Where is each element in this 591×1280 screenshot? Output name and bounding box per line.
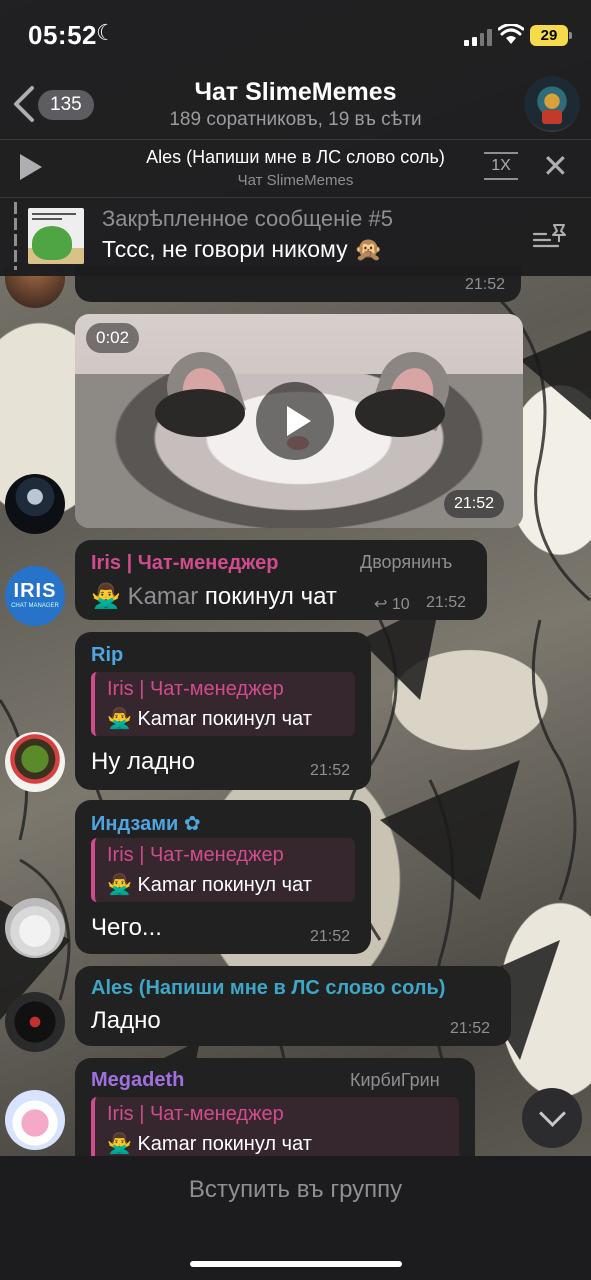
sender-name[interactable]: Iris | Чат-менеджер xyxy=(91,552,278,575)
sender-name[interactable]: Индзами ✿ xyxy=(91,811,201,836)
member-rank: КирбиГрин xyxy=(350,1070,440,1090)
reply-text: 🙅‍♂️ Kamar покинул чат xyxy=(107,1133,312,1155)
pinned-title: Закрѣпленное сообщеніе #5 xyxy=(102,206,393,231)
message-text: Ладно xyxy=(91,1007,161,1034)
avatar-subtext: CHAT MANAGER xyxy=(11,603,59,609)
reply-text: 🙅‍♂️ Kamar покинул чат xyxy=(107,874,312,896)
close-icon[interactable]: ✕ xyxy=(542,150,569,182)
video-thumbnail xyxy=(155,389,245,437)
moon-icon: ☾ xyxy=(96,20,116,45)
reply-sender: Iris | Чат-менеджер xyxy=(107,844,284,866)
playback-speed-button[interactable]: 1X xyxy=(484,152,518,180)
join-group-button[interactable]: Вступить въ группу xyxy=(0,1176,591,1204)
battery-icon: 29 xyxy=(530,25,572,46)
status-bar: 05:52 ☾ 29 xyxy=(0,0,591,70)
replies-number: 10 xyxy=(391,596,410,613)
video-play-icon[interactable] xyxy=(256,382,334,460)
message-text: Ну ладно xyxy=(91,748,195,775)
pinned-indicator xyxy=(14,202,17,270)
message-time: 21:52 xyxy=(444,490,505,518)
sender-name[interactable]: Rip xyxy=(91,644,123,667)
message-time: 21:52 xyxy=(310,928,351,945)
reply-quote[interactable]: Iris | Чат-менеджер 🙅‍♂️ Kamar покинул ч… xyxy=(91,838,355,902)
message-time: 21:52 xyxy=(310,762,351,779)
reply-quote[interactable]: Iris | Чат-менеджер 🙅‍♂️ Kamar покинул ч… xyxy=(91,672,355,736)
wifi-icon xyxy=(498,24,524,44)
replies-count[interactable]: ↩ 10 xyxy=(374,594,410,614)
message-time: 21:52 xyxy=(464,276,505,293)
message-time: 21:52 xyxy=(426,594,467,611)
scroll-down-button[interactable] xyxy=(522,1088,582,1148)
action-text: покинул чат xyxy=(204,583,337,610)
reply-icon: ↩ xyxy=(374,596,388,613)
reply-sender: Iris | Чат-менеджер xyxy=(107,678,284,700)
emoji: 🙅‍♂️ xyxy=(91,583,121,610)
home-indicator[interactable] xyxy=(190,1261,402,1267)
video-thumbnail xyxy=(355,389,445,437)
status-time: 05:52 xyxy=(28,20,97,50)
reply-sender: Iris | Чат-менеджер xyxy=(107,1103,284,1125)
pinned-thumbnail xyxy=(28,208,84,264)
reply-quote[interactable]: Iris | Чат-менеджер 🙅‍♂️ Kamar покинул ч… xyxy=(91,1097,459,1161)
message-text: Чего... xyxy=(91,914,162,941)
avatar[interactable] xyxy=(5,732,65,792)
sender-name[interactable]: Ales (Напиши мне в ЛС слово соль) xyxy=(91,977,445,1000)
chat-avatar[interactable] xyxy=(524,76,580,132)
pinned-list-icon[interactable] xyxy=(532,222,568,250)
avatar[interactable] xyxy=(5,1090,65,1150)
avatar[interactable] xyxy=(5,474,65,534)
signal-icon xyxy=(464,28,492,46)
avatar[interactable]: IRIS CHAT MANAGER xyxy=(5,566,65,626)
pinned-text: Тссс, не говори никому 🙊 xyxy=(102,236,383,262)
avatar-text: IRIS xyxy=(13,580,57,602)
message-time: 21:52 xyxy=(450,1020,491,1037)
video-duration: 0:02 xyxy=(86,323,140,353)
chat-title[interactable]: Чат SlimeMemes xyxy=(0,78,591,107)
reply-text: 🙅‍♂️ Kamar покинул чат xyxy=(107,708,312,730)
avatar[interactable] xyxy=(5,898,65,958)
user-mention[interactable]: Kamar xyxy=(128,583,199,610)
avatar[interactable] xyxy=(5,992,65,1052)
member-rank: Дворянинъ xyxy=(360,552,453,572)
sender-name[interactable]: Megadeth xyxy=(91,1069,184,1092)
message-text: 🙅‍♂️ Kamar покинул чат xyxy=(91,582,337,611)
chat-subtitle[interactable]: 189 соратниковъ, 19 въ сѣти xyxy=(0,109,591,131)
